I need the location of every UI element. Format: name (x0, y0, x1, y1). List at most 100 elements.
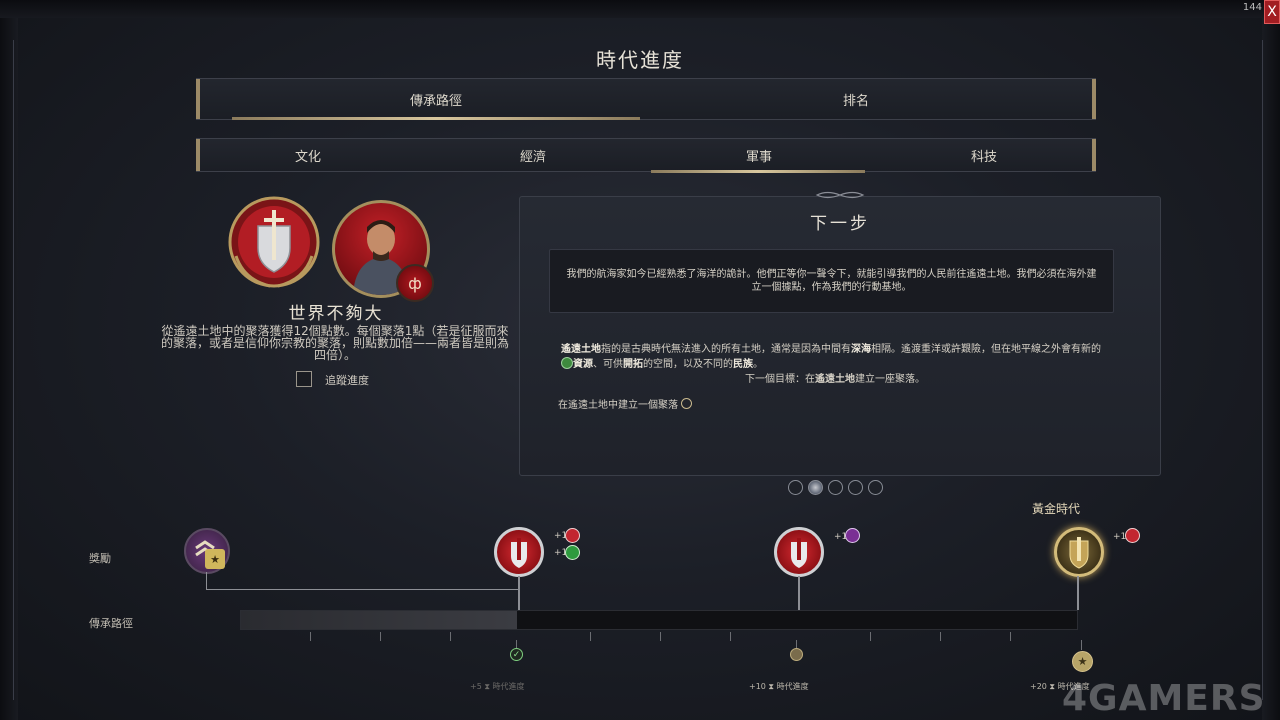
marker-stem (796, 640, 797, 648)
objective-text: 在遙遠土地中建立一個聚落 (558, 400, 678, 411)
fist-shield-icon (511, 538, 527, 568)
next-goal-suffix: 建立一座聚落。 (855, 374, 925, 385)
progress-tick (590, 632, 591, 641)
main-tab-underline (232, 117, 640, 120)
era-points-2: +10 ⧗ 時代進度 (749, 682, 809, 691)
next-goal-prefix: 下一個目標：在 (745, 374, 815, 385)
tab-label: 經濟 (519, 149, 546, 165)
bonus-value: +1 (554, 531, 568, 541)
star-marker-icon: ★ (1072, 651, 1093, 672)
progress-tick (940, 632, 941, 641)
body-text-3: 、可供 (593, 359, 623, 370)
achievement-description: 從遙遠土地中的聚落獲得12個點數。每個聚落1點（若是征服而來的聚落，或者是信仰你… (160, 324, 509, 362)
row-label-legacy-path: 傳承路徑 (89, 617, 133, 630)
term-expansion[interactable]: 開拓 (623, 359, 643, 370)
progress-tick (660, 632, 661, 641)
pager-dot[interactable] (848, 480, 863, 495)
leader-civilization-badge-icon: ф (396, 264, 434, 302)
milestone-stem (798, 576, 800, 610)
resource-leaf-icon (561, 357, 573, 369)
tab-legacy-path[interactable]: 傳承路徑 (196, 79, 676, 119)
pager-dot[interactable] (868, 480, 883, 495)
legacy-progress-bar (240, 610, 1078, 630)
milestone-reward-1[interactable] (494, 527, 544, 577)
row-label-rewards: 獎勵 (89, 552, 111, 565)
corner-counter: 144 (1242, 2, 1262, 13)
golden-age-label: 黃金時代 (1032, 502, 1081, 516)
bonus-value: +1 (834, 532, 848, 542)
achievement-title: 世界不夠大 (288, 304, 384, 324)
tab-economy[interactable]: 經濟 (420, 139, 646, 171)
milestone-stem (1077, 576, 1079, 610)
progress-tick (380, 632, 381, 641)
milestone-stem (518, 576, 520, 610)
progress-tick (870, 632, 871, 641)
pager-dot[interactable] (828, 480, 843, 495)
term-distant-lands[interactable]: 遙遠土地 (561, 344, 601, 355)
tab-label: 排名 (842, 93, 869, 109)
track-progress-checkbox[interactable] (296, 371, 312, 387)
pager-dot[interactable] (788, 480, 803, 495)
sub-tab-bar: 文化 經濟 軍事 科技 (196, 138, 1096, 172)
era-points-value: +5 (470, 682, 482, 691)
progress-tick (450, 632, 451, 641)
frame-divider-right (1262, 40, 1263, 700)
close-button[interactable]: X (1264, 0, 1280, 24)
era-points-value: +10 (749, 682, 766, 691)
next-goal-term[interactable]: 遙遠土地 (815, 374, 855, 385)
watermark-logo: 4GAMERS (1062, 678, 1266, 719)
window-frame-top (0, 0, 1280, 18)
body-text-5: 。 (753, 359, 763, 370)
timeline-connector (206, 589, 519, 590)
milestone-reward-2[interactable] (774, 527, 824, 577)
marker-stem (516, 640, 517, 648)
body-text-2: 相隔。遙渡重洋或許艱險，但在地平線之外會有新的 (871, 344, 1101, 355)
page-title: 時代進度 (596, 48, 684, 72)
body-text-1: 指的是古典時代無法進入的所有土地，通常是因為中間有 (601, 344, 851, 355)
track-progress-label: 追蹤進度 (325, 374, 369, 387)
era-points-label: 時代進度 (776, 682, 809, 691)
pending-marker-icon (790, 648, 803, 661)
check-icon: ✓ (510, 648, 523, 661)
timeline-connector (206, 572, 207, 590)
term-deep-sea[interactable]: 深海 (851, 344, 871, 355)
window-frame-left (0, 18, 18, 720)
golden-shield-icon (1069, 537, 1089, 569)
main-tab-bar: 傳承路徑 排名 (196, 78, 1096, 120)
era-points-label: 時代進度 (492, 682, 525, 691)
next-step-quote: 我們的航海家如今已經熟悉了海洋的詭計。他們正等你一聲令下，就能引導我們的人民前往… (549, 249, 1114, 313)
term-resources[interactable]: 資源 (573, 359, 593, 370)
star-badge-icon: ★ (205, 549, 225, 569)
tab-label: 文化 (294, 149, 321, 165)
bonus-value: +1 (554, 548, 568, 558)
military-legacy-emblem-icon (228, 196, 320, 288)
era-points-1: +5 ⧗ 時代進度 (470, 682, 525, 691)
window-frame-right (1262, 18, 1280, 720)
tab-rankings[interactable]: 排名 (676, 79, 1036, 119)
step-pager (788, 480, 883, 495)
next-step-title: 下一步 (810, 214, 870, 234)
quote-text: 我們的航海家如今已經熟悉了海洋的詭計。他們正等你一聲令下，就能引導我們的人民前往… (566, 269, 1097, 293)
tab-culture[interactable]: 文化 (196, 139, 420, 171)
progress-tick (1010, 632, 1011, 641)
tab-science[interactable]: 科技 (872, 139, 1096, 171)
panel-ornament-icon (815, 191, 865, 199)
bonus-value: +1 (1113, 532, 1127, 542)
tab-label: 科技 (970, 149, 997, 165)
objective-item: 在遙遠土地中建立一個聚落 (558, 396, 692, 411)
tab-label: 軍事 (745, 149, 772, 165)
military-bonus-icon (1125, 528, 1140, 543)
objective-status-icon (681, 398, 692, 409)
tab-label: 傳承路徑 (409, 93, 462, 109)
term-peoples[interactable]: 民族 (733, 359, 753, 370)
sub-tab-underline (651, 170, 865, 173)
golden-age-reward[interactable] (1054, 527, 1104, 577)
legacy-progress-fill (241, 611, 517, 629)
pager-dot-active[interactable] (808, 480, 823, 495)
next-goal: 下一個目標：在遙遠土地建立一座聚落。 (561, 370, 1109, 385)
era-points-value: +20 (1030, 682, 1047, 691)
frame-divider-left (13, 40, 14, 700)
progress-tick (730, 632, 731, 641)
tab-military[interactable]: 軍事 (646, 139, 872, 171)
next-step-panel (519, 196, 1161, 476)
